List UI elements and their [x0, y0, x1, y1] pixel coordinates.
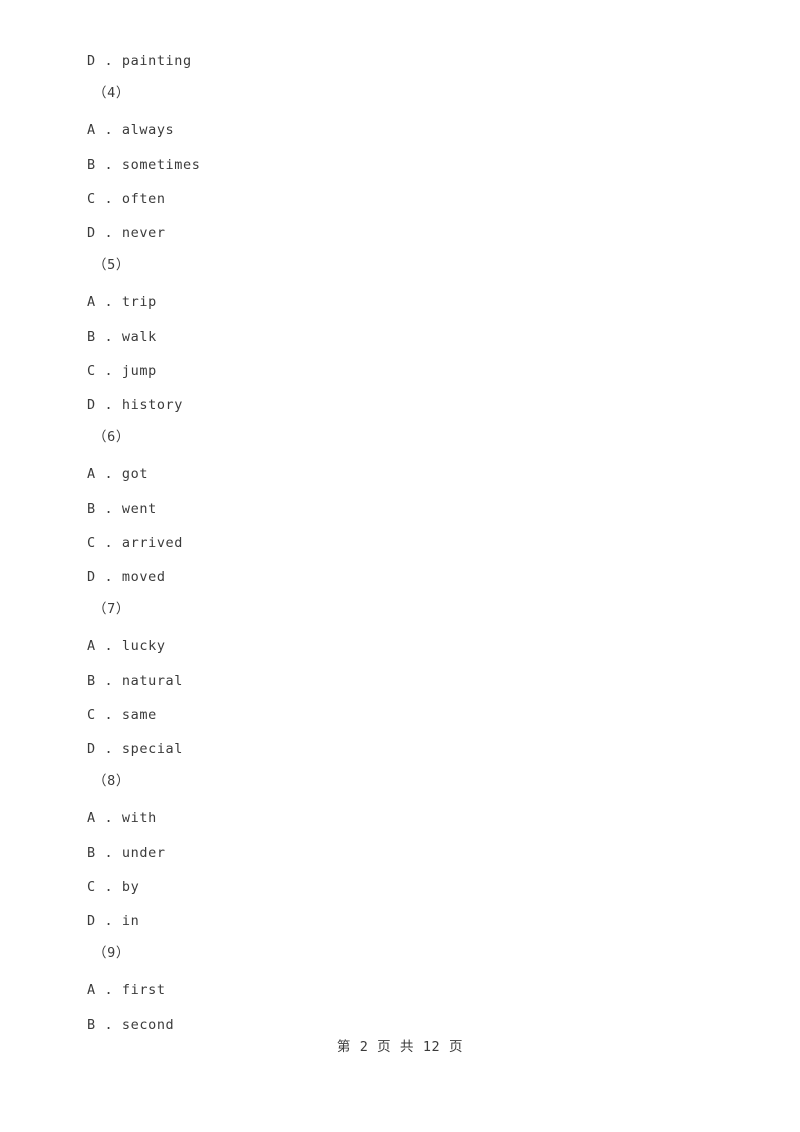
question-number: （7）: [93, 601, 130, 617]
answer-option: D . in: [87, 913, 140, 929]
question-number: （8）: [93, 773, 130, 789]
answer-option: B . second: [87, 1017, 175, 1033]
question-number: （6）: [93, 429, 130, 445]
answer-option: B . walk: [87, 329, 157, 345]
answer-option: A . trip: [87, 294, 157, 310]
answer-option: B . under: [87, 845, 166, 861]
answer-option: C . jump: [87, 363, 157, 379]
answer-option: D . never: [87, 225, 166, 241]
question-number: （5）: [93, 257, 130, 273]
answer-option: C . same: [87, 707, 157, 723]
answer-option: C . often: [87, 191, 166, 207]
answer-option: A . lucky: [87, 638, 166, 654]
answer-option: B . natural: [87, 673, 184, 689]
answer-option: C . by: [87, 879, 140, 895]
question-number: （4）: [93, 85, 130, 101]
answer-option: A . first: [87, 982, 166, 998]
answer-option: C . arrived: [87, 535, 184, 551]
answer-option: D . history: [87, 397, 184, 413]
question-number: （9）: [93, 945, 130, 961]
answer-option: D . special: [87, 741, 184, 757]
answer-option: B . went: [87, 501, 157, 517]
answer-option: D . moved: [87, 569, 166, 585]
answer-option: A . with: [87, 810, 157, 826]
page-footer: 第 2 页 共 12 页: [336, 1039, 464, 1055]
answer-option: A . got: [87, 466, 149, 482]
answer-option: A . always: [87, 122, 175, 138]
document-page: D . painting （4） A . always B . sometimes C …: [0, 0, 800, 1132]
answer-option: D . painting: [87, 53, 192, 69]
answer-option: B . sometimes: [87, 157, 201, 173]
